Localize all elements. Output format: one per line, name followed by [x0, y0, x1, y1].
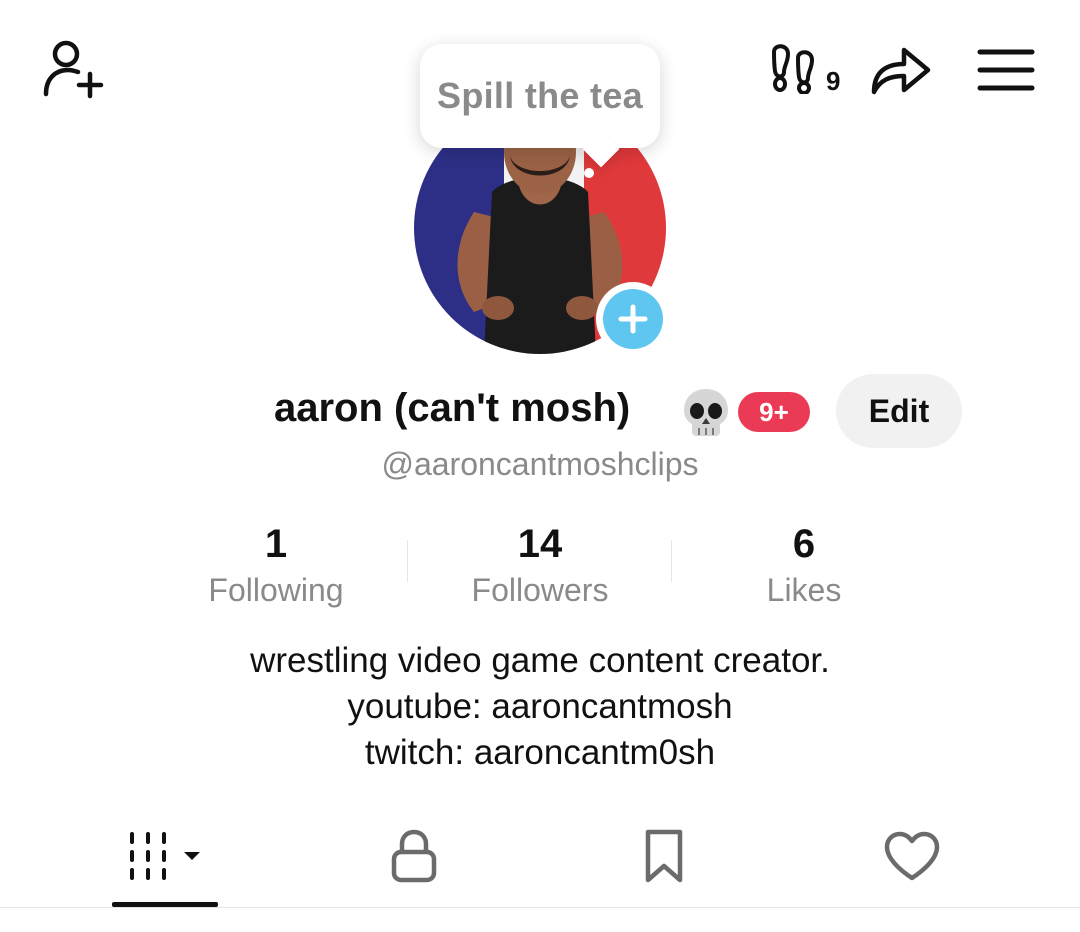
- profile-page: 9 Spill the tea aaron (can't mosh) 9+ Ed…: [0, 0, 1080, 932]
- menu-icon[interactable]: [976, 46, 1036, 94]
- tab-saved[interactable]: [604, 824, 724, 888]
- add-friend-icon[interactable]: [40, 38, 106, 100]
- tab-private[interactable]: [354, 824, 474, 888]
- add-photo-button[interactable]: [596, 282, 670, 356]
- likes-stat[interactable]: 6 Likes: [674, 520, 934, 610]
- share-icon[interactable]: [866, 38, 936, 100]
- lock-icon: [391, 829, 437, 883]
- tab-liked[interactable]: [852, 824, 972, 888]
- bookmark-icon: [645, 829, 683, 883]
- stat-divider: [671, 540, 672, 582]
- profile-visits-icon[interactable]: [768, 42, 828, 94]
- username[interactable]: @aaroncantmoshclips: [0, 446, 1080, 483]
- tooltip-indicator-dot: [584, 168, 594, 178]
- following-stat[interactable]: 1 Following: [146, 520, 406, 610]
- likes-count: 6: [792, 522, 816, 566]
- bio-line: wrestling video game content creator.: [250, 641, 830, 680]
- following-label: Following: [208, 572, 344, 608]
- videos-grid-icon: [130, 832, 200, 880]
- likes-label: Likes: [766, 572, 842, 608]
- tab-videos[interactable]: [106, 824, 226, 888]
- chevron-down-icon: [184, 852, 200, 860]
- profile-visits-count: 9: [826, 66, 841, 96]
- notification-badge[interactable]: 9+: [738, 392, 810, 432]
- followers-label: Followers: [471, 572, 609, 608]
- spill-the-tea-tooltip[interactable]: Spill the tea: [420, 44, 660, 168]
- following-count: 1: [264, 522, 288, 566]
- followers-count: 14: [517, 522, 563, 566]
- plus-icon: [618, 304, 648, 334]
- skull-emoji-icon: [684, 389, 728, 436]
- heart-icon: [884, 831, 940, 881]
- tooltip-text: Spill the tea: [437, 75, 643, 116]
- bio-line: twitch: aaroncantm0sh: [364, 733, 716, 772]
- bio-line: youtube: aaroncantmosh: [347, 687, 733, 726]
- bio[interactable]: wrestling video game content creator. yo…: [0, 638, 1080, 776]
- followers-stat[interactable]: 14 Followers: [410, 520, 670, 610]
- name-row: aaron (can't mosh) 9+ Edit: [0, 374, 1080, 450]
- edit-profile-button[interactable]: Edit: [836, 374, 962, 448]
- tab-bar-divider: [0, 907, 1080, 908]
- stat-divider: [407, 540, 408, 582]
- display-name: aaron (can't mosh): [274, 386, 631, 430]
